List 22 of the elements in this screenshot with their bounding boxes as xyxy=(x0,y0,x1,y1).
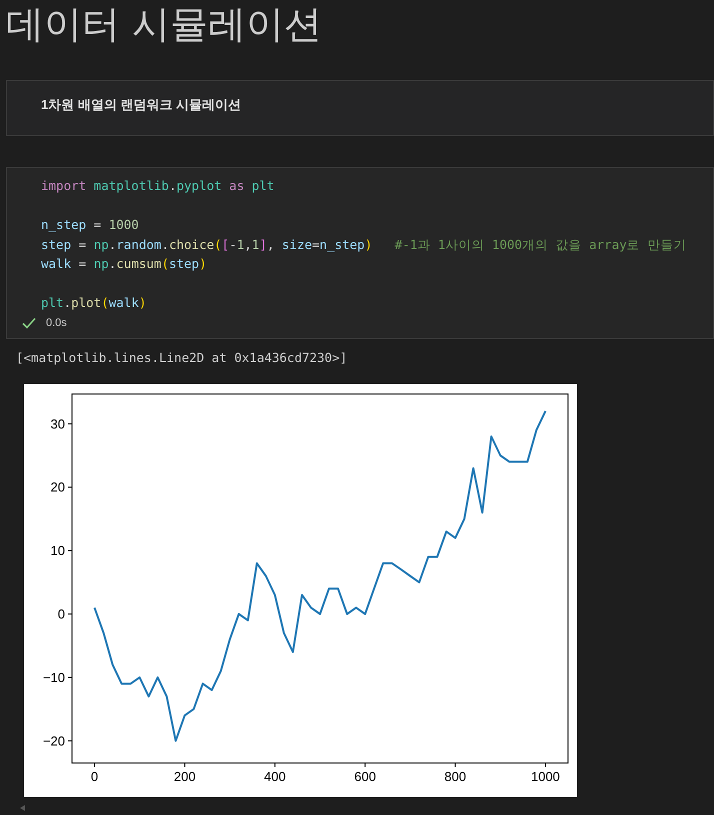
y-tick-label: 0 xyxy=(58,606,65,622)
y-tick-label: 10 xyxy=(50,542,65,558)
execution-time: 0.0s xyxy=(46,316,67,330)
code-line: plt.plot(walk) xyxy=(41,295,146,310)
scroll-left-icon[interactable] xyxy=(20,804,25,811)
y-tick-label: 20 xyxy=(50,479,65,494)
x-tick-label: 1000 xyxy=(531,768,560,784)
output-text: [<matplotlib.lines.Line2D at 0x1a436cd7230>] xyxy=(16,349,348,367)
x-tick-label: 600 xyxy=(354,768,376,784)
code-line: n_step = 1000 xyxy=(41,217,139,232)
markdown-text: 1차원 배열의 랜덤워크 시뮬레이션 xyxy=(41,97,242,112)
y-tick-label: −20 xyxy=(42,733,65,748)
code-line: step = np.random.choice([-1,1], size=n_step) #-1과 1사이의 1000개의 값을 array로 만들기 xyxy=(41,236,686,252)
code-line: import matplotlib.pyplot as plt xyxy=(41,178,274,193)
page-title: 데이터 시뮬레이션 xyxy=(5,1,324,46)
y-tick-label: 30 xyxy=(50,416,65,432)
x-tick-label: 200 xyxy=(174,768,196,784)
code-line: walk = np.cumsum(step) xyxy=(41,256,207,271)
x-tick-label: 800 xyxy=(444,768,466,784)
x-tick-label: 0 xyxy=(90,768,98,784)
x-tick-label: 400 xyxy=(264,768,286,784)
y-tick-label: −10 xyxy=(42,670,65,685)
